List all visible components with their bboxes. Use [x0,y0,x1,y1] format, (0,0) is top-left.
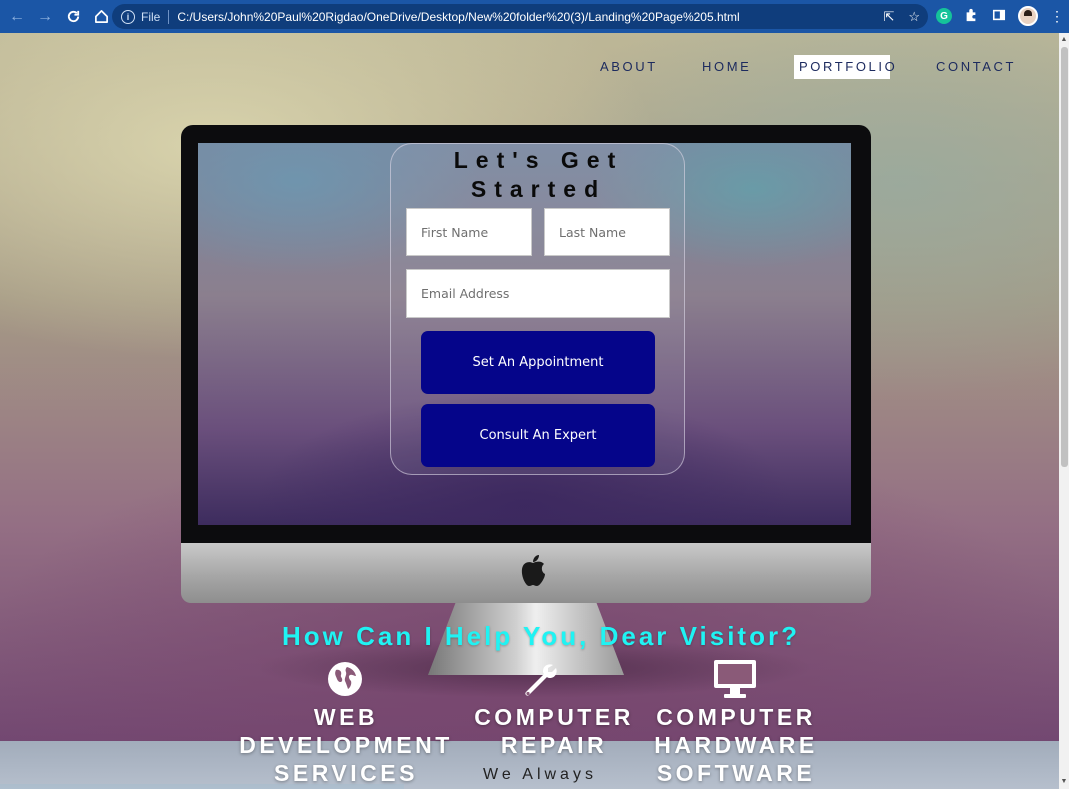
page-scrollbar[interactable]: ▲ ▼ [1059,33,1069,789]
address-separator [168,9,170,24]
form-title-line-1: Let's Get [453,147,624,173]
home-icon [94,10,108,23]
nav-link-contact[interactable]: CONTACT [931,55,1021,79]
site-info-icon[interactable]: i [121,9,135,24]
last-name-input[interactable]: Last Name [544,208,670,256]
first-name-input[interactable]: First Name [406,208,532,256]
globe-icon [328,662,362,696]
email-input[interactable]: Email Address [406,269,670,318]
service-hardware-line-3: SOFTWARE [656,760,816,786]
form-title-line-2: Started [470,176,607,202]
grammarly-extension-icon[interactable]: G [936,8,952,24]
extensions-puzzle-icon[interactable] [962,8,980,25]
reload-button[interactable] [60,4,86,30]
scheme-label: File [141,9,161,24]
scroll-up-arrow-icon[interactable]: ▲ [1059,33,1069,47]
service-web-line-2: DEVELOPMENT [239,732,453,758]
scroll-down-arrow-icon[interactable]: ▼ [1059,775,1069,789]
service-hardware-line-1: COMPUTER [656,704,816,730]
scroll-thumb[interactable] [1061,47,1068,467]
nav-link-portfolio[interactable]: PORTFOLIO [794,55,895,79]
side-panel-icon[interactable] [990,8,1008,25]
apple-logo-icon [521,555,545,586]
tagline-text: We Always [483,766,597,783]
get-started-form: Let's Get Started First Name Last Name E… [390,143,685,475]
form-title: Let's Get Started [391,146,686,204]
monitor-icon [714,660,756,698]
browser-toolbar: ← → i File C:/Users/John%20Paul%20Rigdao… [0,0,1069,33]
address-bar[interactable]: i File C:/Users/John%20Paul%20Rigdao/One… [112,4,928,29]
share-icon[interactable]: ⇱ [883,9,894,25]
service-computer-repair: COMPUTER REPAIR [466,703,642,759]
url-text[interactable]: C:/Users/John%20Paul%20Rigdao/OneDrive/D… [177,10,739,24]
reload-icon [67,10,79,23]
forward-button[interactable]: → [32,4,58,30]
services-heading: How Can I Help You, Dear Visitor? [282,621,800,651]
menu-kebab-icon[interactable]: ⋮ [1048,8,1066,25]
service-computer-hardware-software: COMPUTER HARDWARE SOFTWARE [646,703,826,787]
consult-expert-button[interactable]: Consult An Expert [421,404,655,467]
set-appointment-button[interactable]: Set An Appointment [421,331,655,394]
service-repair-line-2: REPAIR [500,732,608,758]
top-navigation: ABOUT HOME PORTFOLIO CONTACT [0,55,1059,81]
service-hardware-line-2: HARDWARE [654,732,818,758]
bookmark-star-icon[interactable]: ☆ [908,9,920,25]
service-repair-line-1: COMPUTER [474,704,634,730]
landing-page: ABOUT HOME PORTFOLIO CONTACT Let's Get S… [0,33,1059,789]
service-web-line-3: SERVICES [274,760,418,786]
wrench-icon [525,664,557,696]
back-button[interactable]: ← [4,4,30,30]
nav-link-about[interactable]: ABOUT [595,55,663,79]
profile-avatar[interactable] [1018,6,1038,26]
service-web-development: WEB DEVELOPMENT SERVICES [236,703,456,787]
home-button[interactable] [88,4,114,30]
service-web-line-1: WEB [313,704,379,730]
nav-link-home[interactable]: HOME [697,55,756,79]
